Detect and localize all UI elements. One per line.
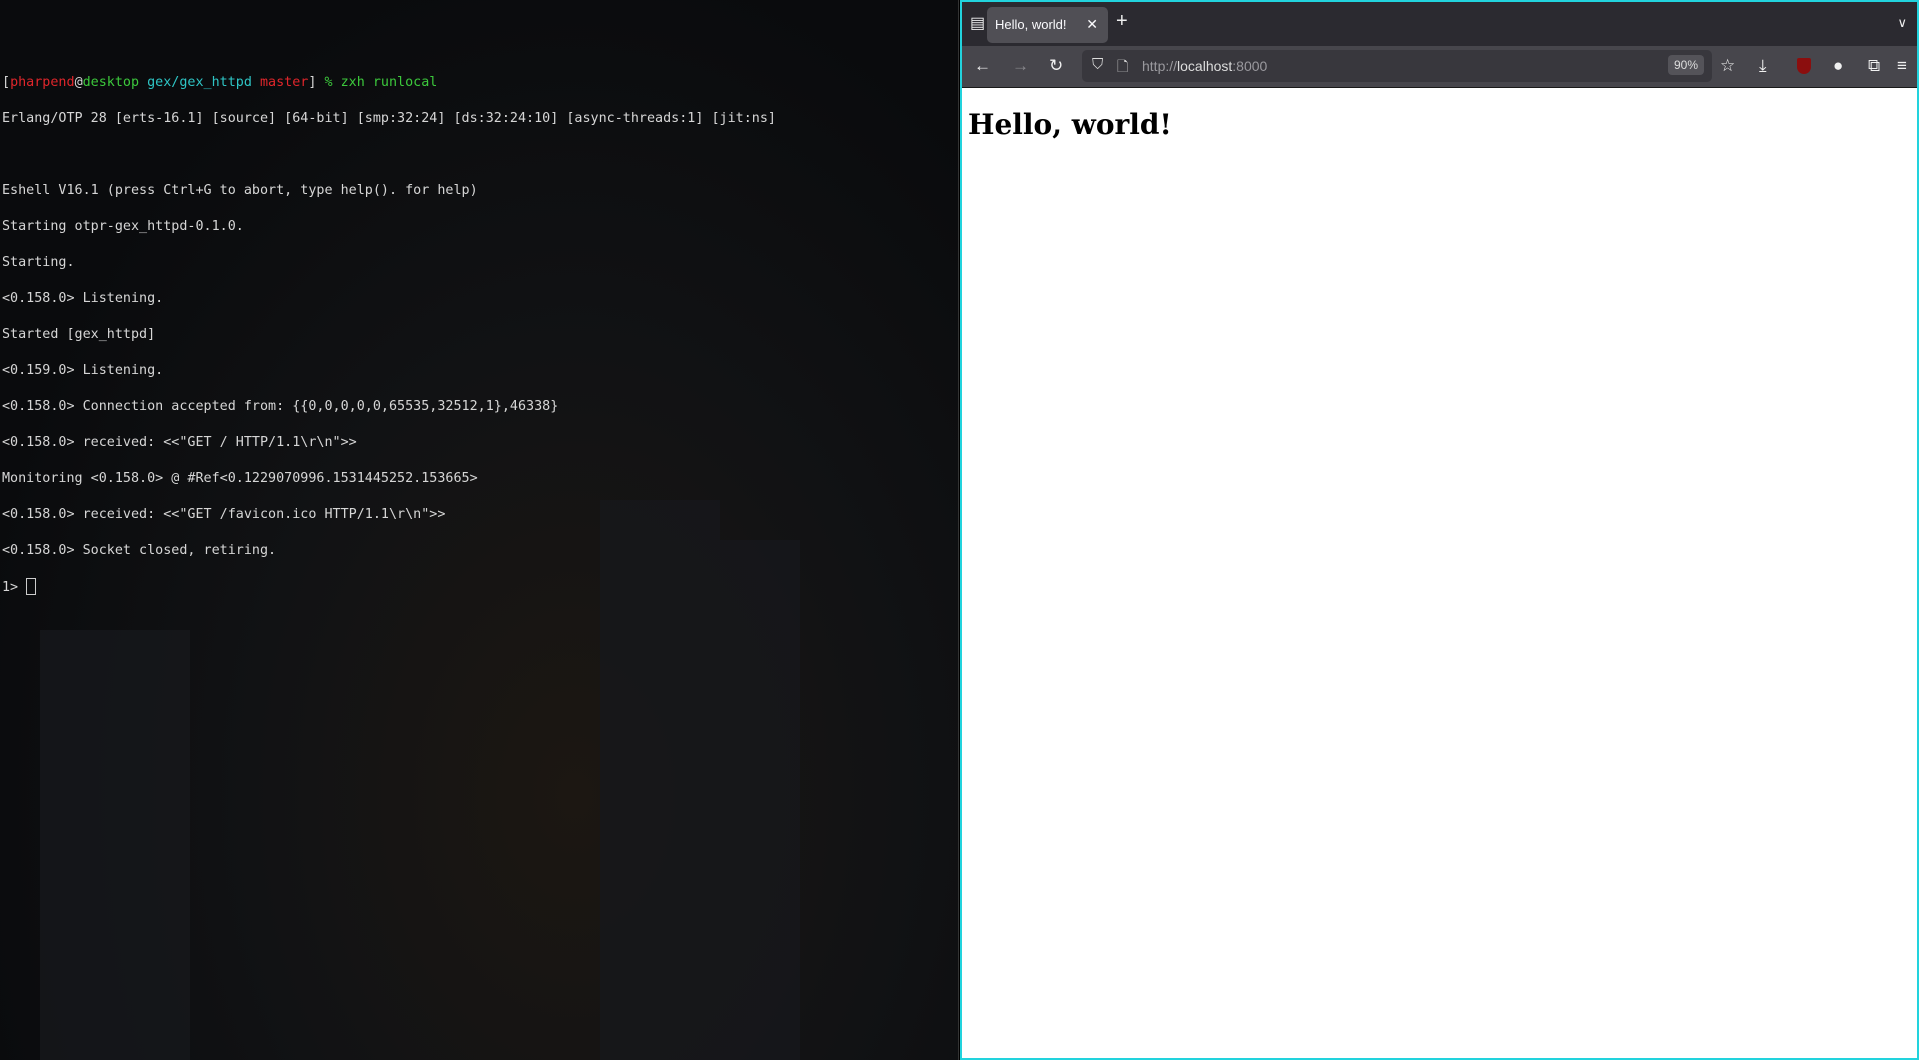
- new-tab-icon[interactable]: +: [1116, 10, 1128, 33]
- terminal-line: Erlang/OTP 28 [erts-16.1] [source] [64-b…: [2, 111, 776, 126]
- menu-hamburger-icon[interactable]: ≡: [1897, 56, 1907, 76]
- tab-hello-world[interactable]: Hello, world! ✕: [987, 7, 1108, 43]
- page-heading: Hello, world!: [968, 108, 1172, 141]
- download-icon[interactable]: ⤓: [1759, 56, 1767, 76]
- close-tab-icon[interactable]: ✕: [1086, 16, 1098, 33]
- terminal-line: Starting.: [2, 255, 75, 270]
- terminal-line: <0.159.0> Listening.: [2, 363, 164, 378]
- extensions-icon[interactable]: ⧉: [1868, 56, 1880, 76]
- terminal-cursor: [26, 578, 37, 595]
- reload-icon[interactable]: ↻: [1049, 56, 1063, 76]
- terminal-line: Started [gex_httpd]: [2, 327, 156, 342]
- prompt-command: zxh runlocal: [340, 75, 438, 90]
- forward-arrow-icon[interactable]: →: [1012, 56, 1029, 76]
- terminal-prompt-line: [pharpend@desktop gex/gex_httpd master] …: [2, 75, 438, 90]
- tab-title: Hello, world!: [995, 17, 1067, 32]
- shell-prompt: 1>: [2, 580, 19, 595]
- shield-icon[interactable]: ⛉: [1092, 56, 1103, 73]
- url-host: localhost: [1177, 58, 1233, 74]
- terminal-window[interactable]: [pharpend@desktop gex/gex_httpd master] …: [0, 0, 959, 1060]
- prompt-at: @: [74, 75, 83, 90]
- prompt-host: desktop: [82, 75, 140, 90]
- bookmark-star-icon[interactable]: ☆: [1720, 56, 1735, 76]
- terminal-line: Starting otpr-gex_httpd-0.1.0.: [2, 219, 244, 234]
- page-info-icon[interactable]: 🗋: [1117, 56, 1128, 80]
- page-content: Hello, world!: [962, 88, 1917, 161]
- tab-overview-icon[interactable]: ▤: [970, 13, 985, 33]
- terminal-line: <0.158.0> Connection accepted from: {{0,…: [2, 399, 559, 414]
- terminal-line: Monitoring <0.158.0> @ #Ref<0.1229070996…: [2, 471, 478, 486]
- ublock-origin-icon[interactable]: [1797, 58, 1811, 74]
- terminal-line: <0.158.0> received: <<"GET / HTTP/1.1\r\…: [2, 435, 357, 450]
- prompt-symbol: %: [324, 75, 333, 90]
- prompt-path: gex/gex_httpd: [147, 75, 252, 90]
- terminal-line: <0.158.0> Socket closed, retiring.: [2, 543, 277, 558]
- account-icon[interactable]: ●: [1833, 56, 1843, 76]
- background-building: [720, 540, 800, 1060]
- url-port: :8000: [1232, 58, 1268, 74]
- list-tabs-chevron-down-icon[interactable]: ∨: [1897, 15, 1907, 31]
- back-arrow-icon[interactable]: ←: [974, 56, 991, 76]
- tab-bar: ▤ Hello, world! ✕ + ∨: [962, 2, 1917, 46]
- zoom-level-button[interactable]: 90%: [1667, 55, 1704, 75]
- url-bar[interactable]: ⛉ 🗋 http://localhost:8000 90%: [1082, 50, 1712, 82]
- prompt-branch: master: [260, 75, 309, 90]
- shell-prompt-line[interactable]: 1>: [2, 578, 956, 596]
- background-building: [40, 630, 190, 1060]
- terminal-line: <0.158.0> Listening.: [2, 291, 164, 306]
- terminal-line: <0.158.0> received: <<"GET /favicon.ico …: [2, 507, 446, 522]
- terminal-line: Eshell V16.1 (press Ctrl+G to abort, typ…: [2, 183, 478, 198]
- navigation-toolbar: ← → ↻ ⛉ 🗋 http://localhost:8000 90% ☆ ⤓ …: [962, 46, 1917, 88]
- prompt-user: pharpend: [10, 75, 75, 90]
- browser-window: ▤ Hello, world! ✕ + ∨ ← → ↻ ⛉ 🗋 http://lo…: [960, 0, 1919, 1060]
- url-scheme: http://: [1142, 58, 1178, 74]
